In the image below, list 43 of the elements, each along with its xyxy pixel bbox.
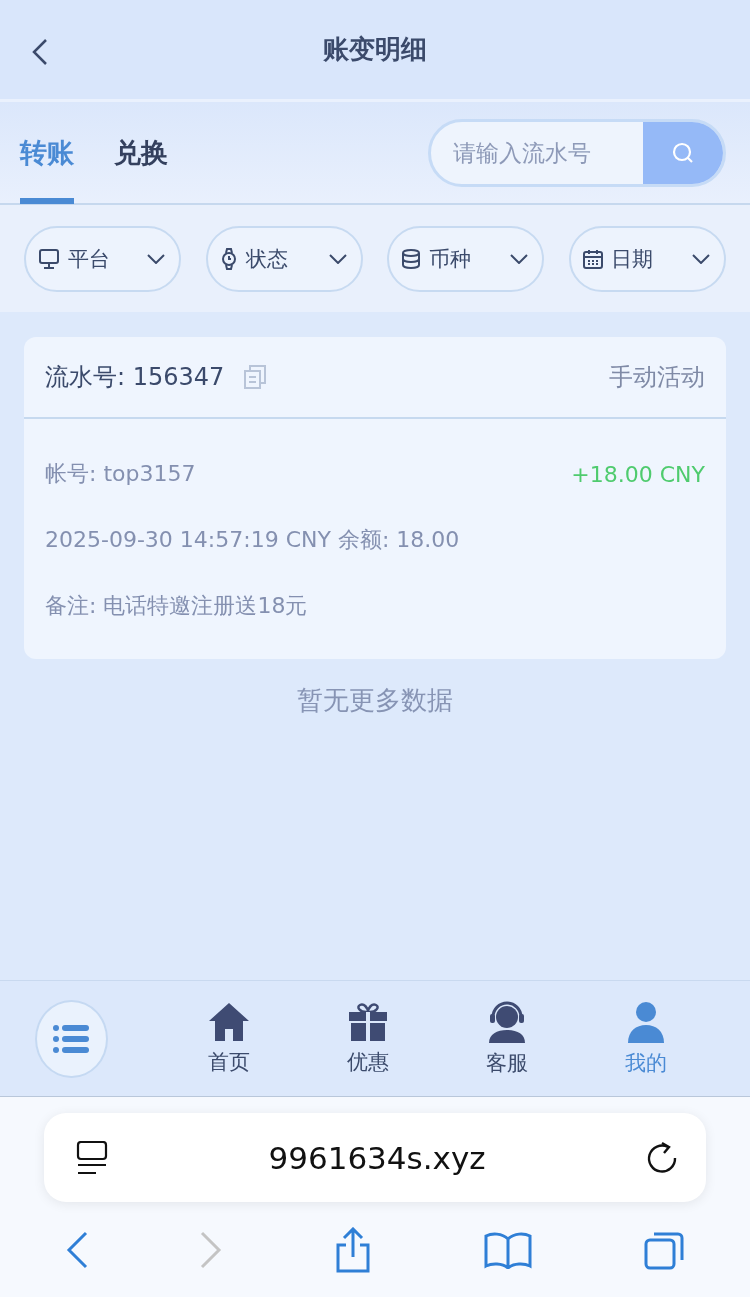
page-title: 账变明细 (323, 33, 427, 66)
monitor-icon (38, 248, 60, 269)
chevron-down-icon (691, 253, 710, 264)
home-icon (207, 1001, 250, 1042)
chevron-right-icon (200, 1230, 222, 1269)
watch-icon (219, 247, 238, 270)
chevron-down-icon (147, 253, 165, 264)
note-text: 备注: 电话特邀注册送18元 (45, 592, 308, 620)
reload-icon[interactable] (646, 1140, 678, 1175)
empty-message: 暂无更多数据 (297, 684, 453, 717)
filter-dropdown[interactable]: 币种 (387, 225, 545, 292)
record-type: 手动活动 (609, 362, 705, 393)
filter-dropdown[interactable]: 日期 (568, 225, 726, 292)
nav-item[interactable]: 首页 (159, 1001, 299, 1076)
filter-dropdown[interactable]: 平台 (24, 225, 181, 292)
search-field[interactable]: 请输入流水号 (431, 121, 643, 184)
chevron-left-icon (66, 1230, 88, 1269)
calendar-icon (582, 248, 603, 269)
account-text: 帐号: top3157 (45, 460, 196, 488)
search-bar[interactable]: 请输入流水号 (428, 118, 726, 187)
url-text: 9961634s.xyz (267, 1139, 487, 1176)
search-icon (671, 140, 695, 165)
gift-icon (347, 1001, 388, 1042)
chevron-down-icon (328, 253, 347, 264)
filter-dropdown[interactable]: 状态 (205, 225, 363, 292)
menu-icon (53, 1024, 90, 1053)
bookmarks-button[interactable] (484, 1230, 532, 1269)
page-menu-icon (76, 1140, 108, 1175)
time-balance-text: 2025-09-30 14:57:19 CNY 余额: 18.00 (45, 526, 460, 554)
chevron-down-icon (510, 253, 529, 264)
back-icon (32, 38, 48, 66)
user-icon (626, 1000, 665, 1043)
serial-number: 流水号: 156347 (45, 362, 225, 393)
share-button[interactable] (334, 1226, 372, 1273)
tab[interactable]: 兑换 (114, 101, 168, 204)
address-bar[interactable]: 9961634s.xyz (44, 1113, 706, 1202)
book-icon (484, 1230, 532, 1269)
nav-item[interactable]: 客服 (437, 1000, 577, 1077)
share-icon (334, 1226, 372, 1273)
back-button[interactable] (66, 1230, 88, 1269)
coins-icon (401, 248, 422, 269)
amount-text: +18.00 CNY (571, 461, 705, 487)
nav-item[interactable]: 优惠 (298, 1001, 438, 1076)
